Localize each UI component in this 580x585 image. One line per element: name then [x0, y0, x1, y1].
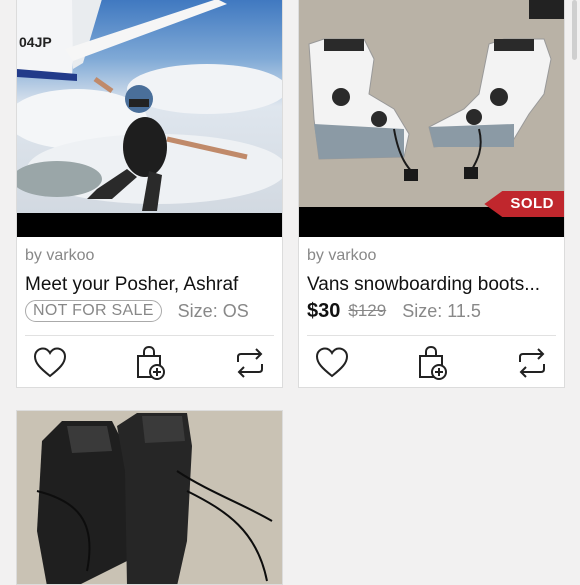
- bundle-bag-icon: [419, 345, 447, 380]
- listing-card-1[interactable]: 04JP by varkoo Meet your Posher, Ashraf …: [16, 0, 283, 388]
- add-to-bundle-button[interactable]: [132, 345, 168, 381]
- share-icon: [237, 348, 263, 378]
- listing-card-3[interactable]: [16, 410, 283, 585]
- aircraft-marking: 04JP: [19, 34, 52, 50]
- like-button[interactable]: [32, 345, 68, 381]
- original-price: $129: [348, 301, 387, 320]
- seller-label[interactable]: by varkoo: [25, 247, 94, 265]
- size-label: Size: OS: [177, 300, 249, 321]
- share-button[interactable]: [514, 345, 550, 381]
- divider: [307, 335, 556, 336]
- scrollbar[interactable]: [572, 0, 577, 60]
- heart-icon: [315, 347, 349, 378]
- like-button[interactable]: [314, 345, 350, 381]
- listing-card-2[interactable]: SOLD by varkoo Vans snowboarding boots..…: [298, 0, 565, 388]
- price: $30: [307, 299, 341, 322]
- seller-label[interactable]: by varkoo: [307, 247, 376, 265]
- listing-title[interactable]: Vans snowboarding boots...: [307, 274, 540, 296]
- listing-photo-black-boots[interactable]: [17, 411, 282, 584]
- share-button[interactable]: [232, 345, 268, 381]
- listing-title[interactable]: Meet your Posher, Ashraf: [25, 274, 238, 296]
- divider: [25, 335, 274, 336]
- size-label: Size: 11.5: [402, 300, 481, 321]
- not-for-sale-badge: NOT FOR SALE: [25, 300, 162, 322]
- add-to-bundle-button[interactable]: [414, 345, 450, 381]
- listing-photo-white-boots[interactable]: SOLD: [299, 0, 564, 237]
- listing-photo-skydiver[interactable]: 04JP: [17, 0, 282, 237]
- share-icon: [519, 348, 545, 378]
- heart-icon: [33, 347, 67, 378]
- bundle-bag-icon: [137, 345, 165, 380]
